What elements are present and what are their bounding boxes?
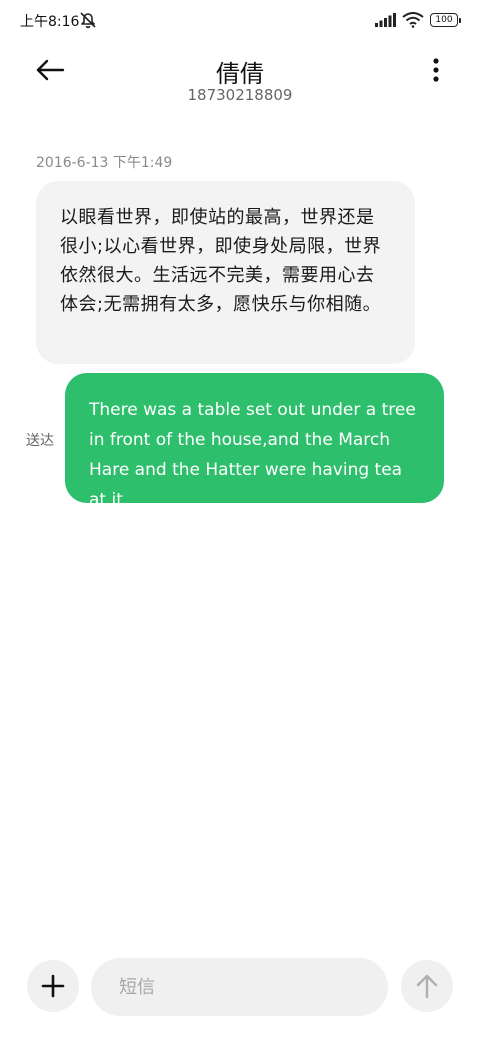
outgoing-message-bubble[interactable]: There was a table set out under a tree i…: [65, 373, 444, 510]
status-time: 上午8:16: [20, 14, 80, 30]
message-input[interactable]: [91, 958, 388, 1016]
message-timestamp: 2016-6-13 下午1:49: [36, 155, 173, 171]
plus-icon: [41, 974, 65, 998]
wifi-icon: [402, 12, 424, 28]
contact-name: 倩倩: [216, 60, 264, 88]
battery-level: 100: [435, 15, 453, 25]
incoming-message-bubble[interactable]: 以眼看世界，即使站的最高，世界还是很小;以心看世界，即使身处局限，世界依然很大。…: [36, 181, 415, 364]
status-indicators: 100: [374, 12, 461, 28]
battery-icon: 100: [430, 13, 461, 27]
bell-off-icon: [78, 10, 98, 30]
send-button[interactable]: [401, 960, 453, 1012]
contact-number: 18730218809: [187, 86, 293, 104]
add-attachment-button[interactable]: [27, 960, 79, 1012]
more-options-button[interactable]: [422, 52, 450, 88]
conversation-header: 倩倩 18730218809: [0, 44, 480, 108]
arrow-up-icon: [416, 974, 438, 999]
delivery-status: 送达: [26, 433, 54, 449]
status-bar: 上午8:16 100: [0, 0, 480, 40]
signal-icon: [374, 12, 396, 28]
incoming-message-text: 以眼看世界，即使站的最高，世界还是很小;以心看世界，即使身处局限，世界依然很大。…: [60, 207, 382, 315]
outgoing-message-text: There was a table set out under a tree i…: [89, 400, 416, 510]
more-vertical-icon: [433, 58, 439, 82]
